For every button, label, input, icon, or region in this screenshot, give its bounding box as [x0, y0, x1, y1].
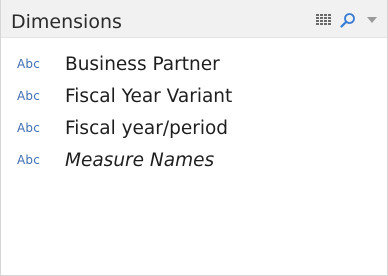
dimension-label: Fiscal year/period — [65, 117, 229, 139]
dimension-label: Business Partner — [65, 53, 220, 75]
dimension-item-fiscal-year-period[interactable]: Abc Fiscal year/period — [17, 112, 387, 144]
string-type-icon: Abc — [17, 89, 41, 103]
string-type-icon: Abc — [17, 153, 41, 167]
dimension-list: Abc Business Partner Abc Fiscal Year Var… — [1, 38, 387, 176]
dimension-item-measure-names[interactable]: Abc Measure Names — [17, 144, 387, 176]
grid-view-icon[interactable] — [315, 11, 333, 29]
dimension-label: Measure Names — [65, 149, 215, 171]
dimension-label: Fiscal Year Variant — [65, 85, 233, 107]
dimension-item-business-partner[interactable]: Abc Business Partner — [17, 48, 387, 80]
header-tools — [315, 11, 381, 29]
search-icon[interactable] — [339, 11, 357, 29]
panel-header: Dimensions — [1, 0, 387, 38]
panel-title: Dimensions — [11, 10, 122, 33]
dimension-item-fiscal-year-variant[interactable]: Abc Fiscal Year Variant — [17, 80, 387, 112]
string-type-icon: Abc — [17, 57, 41, 71]
dropdown-arrow-icon[interactable] — [363, 11, 381, 29]
string-type-icon: Abc — [17, 121, 41, 135]
dimensions-panel: Dimensions Abc Business Partner Abc Fisc… — [0, 0, 388, 276]
